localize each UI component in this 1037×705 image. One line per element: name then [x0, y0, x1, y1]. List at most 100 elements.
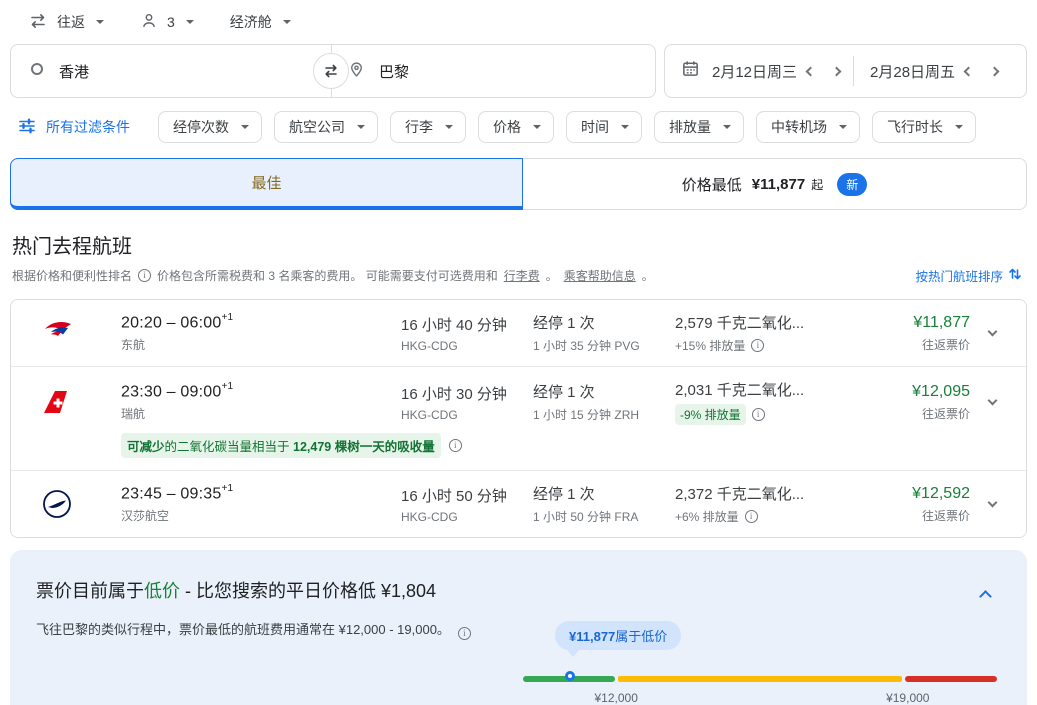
tab-best[interactable]: 最佳	[10, 158, 523, 210]
location-pin-icon	[348, 61, 365, 82]
caret-down-icon	[96, 20, 104, 24]
flight-route: HKG-CDG	[401, 408, 533, 422]
chip-label: 时间	[581, 117, 609, 137]
flight-row-swiss[interactable]: 23:30 – 09:00+1 瑞航 16 小时 30 分钟 HKG-CDG 经…	[11, 366, 1026, 470]
range-high-label: ¥19,000	[886, 691, 929, 705]
duration-cell: 16 小时 50 分钟 HKG-CDG	[401, 485, 533, 524]
price-type: 往返票价	[863, 405, 970, 422]
flight-duration: 16 小时 50 分钟	[401, 485, 533, 506]
low-price-highlight: 低价	[144, 581, 180, 601]
all-filters-label: 所有过滤条件	[46, 117, 130, 137]
stops-cell: 经停 1 次 1 小时 50 分钟 FRA	[533, 483, 675, 525]
price-insights-panel: 票价目前属于低价 - 比您搜索的平日价格低 ¥1,804 飞往巴黎的类似行程中，…	[10, 550, 1027, 705]
tab-cheapest-price: ¥11,877	[752, 176, 805, 193]
caret-down-icon	[723, 125, 731, 129]
price-cell: ¥11,877 往返票价	[863, 314, 970, 353]
depart-date-prev-button[interactable]	[797, 55, 823, 87]
flight-duration: 16 小时 40 分钟	[401, 314, 533, 335]
chip-label: 飞行时长	[887, 117, 943, 137]
filter-chip-bags[interactable]: 行李	[390, 111, 466, 143]
cabin-class-selector[interactable]: 经济舱	[230, 12, 291, 32]
emissions-delta: +15% 排放量	[675, 337, 745, 354]
emissions-cell: 2,372 千克二氧化... +6% 排放量	[675, 483, 863, 525]
filter-chip-emissions[interactable]: 排放量	[654, 111, 744, 143]
filter-chip-connecting-airports[interactable]: 中转机场	[756, 111, 860, 143]
emissions-cell: 2,031 千克二氧化... -9% 排放量	[675, 379, 863, 425]
filter-chip-price[interactable]: 价格	[478, 111, 554, 143]
flight-row-lufthansa[interactable]: 23:45 – 09:35+1 汉莎航空 16 小时 50 分钟 HKG-CDG…	[11, 470, 1026, 537]
depart-date-field[interactable]: 2月12日周三	[712, 61, 797, 82]
price-history-slider: ¥11,877属于低价 ¥12,000 ¥19,000	[523, 619, 1001, 705]
airline-name: 瑞航	[121, 405, 401, 422]
tab-cheapest[interactable]: 价格最低 ¥11,877 起 新	[523, 159, 1026, 209]
caret-down-icon	[241, 125, 249, 129]
eco-banner-row: 可减少的二氧化碳当量相当于 12,479 棵树一天的吸收量	[121, 433, 863, 458]
expand-flight-button[interactable]	[970, 401, 1014, 404]
destination-input[interactable]: 巴黎	[331, 45, 655, 97]
emissions-amount: 2,031 千克二氧化...	[675, 379, 863, 400]
expand-flight-button[interactable]	[970, 503, 1014, 506]
info-icon[interactable]	[751, 339, 764, 352]
baggage-fees-link[interactable]: 行李费	[504, 267, 540, 284]
info-icon[interactable]	[458, 627, 471, 640]
passenger-count: 3	[167, 14, 175, 30]
collapse-insights-button[interactable]	[973, 582, 997, 606]
punctuation: 。	[642, 267, 654, 284]
date-range-box: 2月12日周三 2月28日周五	[664, 44, 1027, 98]
person-icon	[140, 12, 158, 33]
price-insights-title: 票价目前属于低价 - 比您搜索的平日价格低 ¥1,804	[36, 577, 1001, 603]
trip-type-selector[interactable]: 往返	[28, 11, 104, 34]
expand-flight-button[interactable]	[970, 332, 1014, 335]
flight-price: ¥12,095	[863, 383, 970, 401]
fees-note: 价格包含所需税费和 3 名乘客的费用。 可能需要支付可选费用和	[157, 267, 498, 284]
date-divider	[853, 56, 854, 86]
origin-value: 香港	[59, 61, 89, 82]
tune-sliders-icon	[18, 117, 36, 138]
return-date-next-button[interactable]	[981, 55, 1007, 87]
filter-chip-airlines[interactable]: 航空公司	[274, 111, 378, 143]
passenger-assistance-link[interactable]: 乘客帮助信息	[564, 267, 636, 284]
stops-cell: 经停 1 次 1 小时 15 分钟 ZRH	[533, 381, 675, 423]
filter-chip-times[interactable]: 时间	[566, 111, 642, 143]
layover-info: 1 小时 35 分钟 PVG	[533, 337, 675, 354]
chip-label: 排放量	[669, 117, 711, 137]
caret-down-icon	[357, 125, 365, 129]
price-cell: ¥12,592 往返票价	[863, 485, 970, 524]
stops-count: 经停 1 次	[533, 483, 675, 504]
flight-main-cell: 23:30 – 09:00+1 瑞航	[121, 382, 401, 422]
emissions-delta-badge: -9% 排放量	[675, 404, 746, 425]
sort-by-popular-button[interactable]: 按热门航班排序	[915, 266, 1023, 285]
chip-label: 中转机场	[771, 117, 827, 137]
destination-value: 巴黎	[379, 61, 409, 82]
high-price-segment	[905, 676, 997, 682]
flight-price: ¥11,877	[863, 314, 970, 332]
trip-options-bar: 往返 3 经济舱	[0, 0, 1037, 34]
emissions-amount: 2,579 千克二氧化...	[675, 312, 863, 333]
emissions-amount: 2,372 千克二氧化...	[675, 483, 863, 504]
all-filters-button[interactable]: 所有过滤条件	[18, 117, 130, 138]
price-type: 往返票价	[863, 507, 970, 524]
info-icon[interactable]	[138, 269, 151, 282]
swap-origin-destination-button[interactable]	[313, 53, 349, 89]
current-price-marker[interactable]	[565, 671, 575, 681]
emissions-delta: +6% 排放量	[675, 508, 739, 525]
origin-input[interactable]: 香港	[11, 45, 331, 97]
chip-label: 经停次数	[173, 117, 229, 137]
info-icon[interactable]	[752, 408, 765, 421]
return-date-prev-button[interactable]	[955, 55, 981, 87]
flight-times: 20:20 – 06:00+1	[121, 313, 401, 332]
info-icon[interactable]	[449, 439, 462, 452]
return-date-field[interactable]: 2月28日周五	[870, 61, 955, 82]
filter-bar: 所有过滤条件 经停次数 航空公司 行李 价格 时间 排放量 中转机场 飞行时长	[18, 111, 1027, 143]
caret-down-icon	[533, 125, 541, 129]
filter-chip-duration[interactable]: 飞行时长	[872, 111, 976, 143]
depart-date-next-button[interactable]	[823, 55, 849, 87]
info-icon[interactable]	[745, 510, 758, 523]
passenger-selector[interactable]: 3	[140, 12, 194, 33]
filter-chip-stops[interactable]: 经停次数	[158, 111, 262, 143]
flight-results-list: 20:20 – 06:00+1 东航 16 小时 40 分钟 HKG-CDG 经…	[10, 299, 1027, 538]
results-subtitle: 根据价格和便利性排名 价格包含所需税费和 3 名乘客的费用。 可能需要支付可选费…	[12, 267, 654, 284]
caret-down-icon	[283, 20, 291, 24]
swap-horizontal-icon	[28, 11, 48, 34]
flight-row-china-eastern[interactable]: 20:20 – 06:00+1 东航 16 小时 40 分钟 HKG-CDG 经…	[11, 300, 1026, 366]
